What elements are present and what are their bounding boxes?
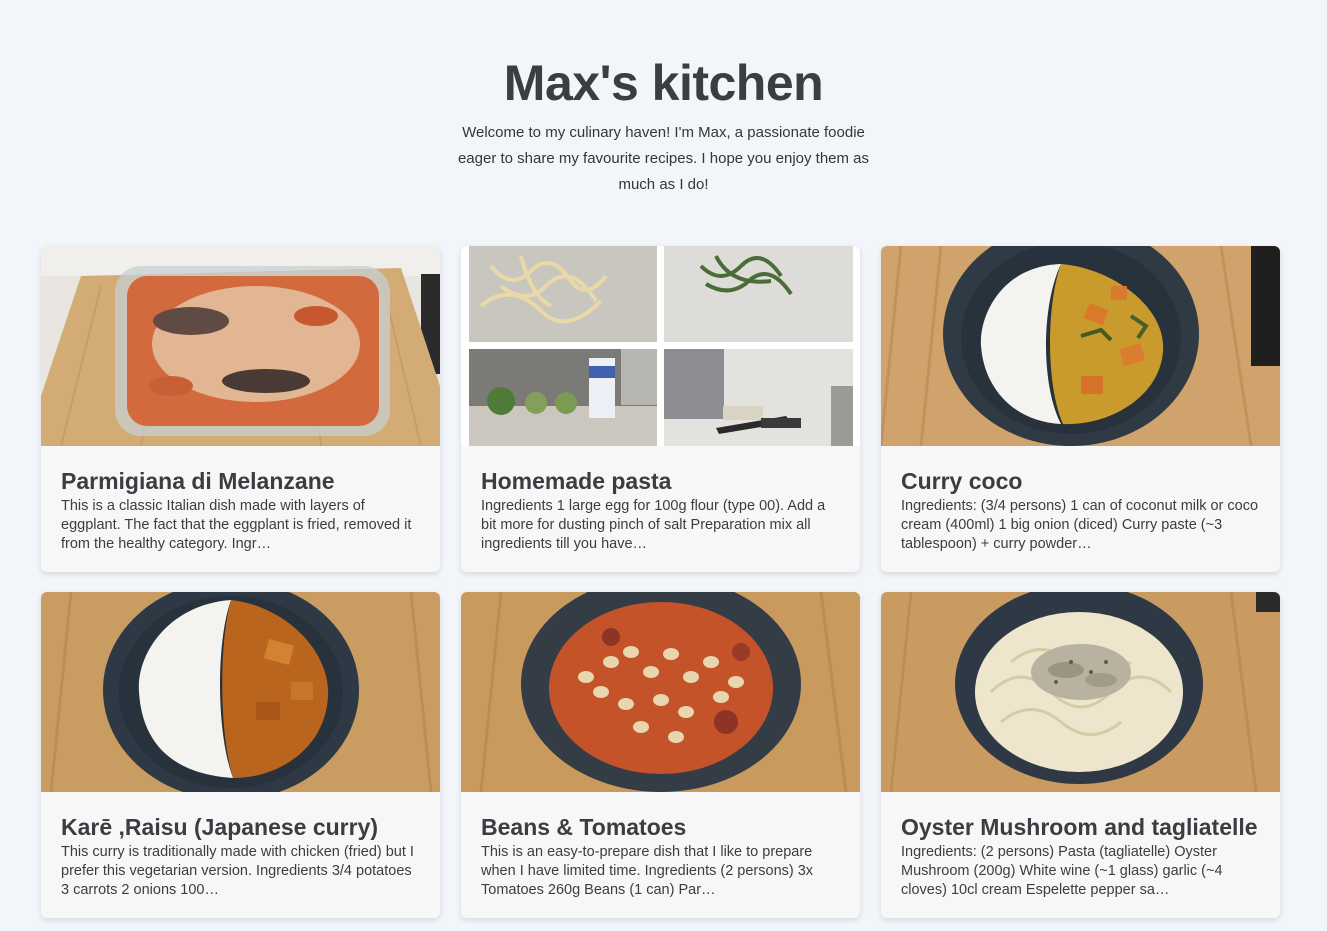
baking-dish-photo [41,246,440,446]
beans-bowl-photo [461,592,860,792]
card-body: Parmigiana di Melanzane This is a classi… [41,446,440,554]
card-body: Oyster Mushroom and tagliatelle Ingredie… [881,792,1280,900]
recipe-title[interactable]: Oyster Mushroom and tagliatelle [901,812,1260,842]
recipe-card-beans-tomatoes[interactable]: Beans & Tomatoes This is an easy-to-prep… [461,592,860,918]
card-body: Curry coco Ingredients: (3/4 persons) 1 … [881,446,1280,554]
hero: Max's kitchen Welcome to my culinary hav… [0,52,1327,198]
recipe-title[interactable]: Beans & Tomatoes [481,812,840,842]
recipe-description: Ingredients: (3/4 persons) 1 can of coco… [901,498,1259,552]
mushroom-pasta-photo [881,592,1280,792]
recipe-card-curry-coco[interactable]: Curry coco Ingredients: (3/4 persons) 1 … [881,246,1280,572]
recipe-card-homemade-pasta[interactable]: Homemade pasta Ingredients 1 large egg f… [461,246,860,572]
pasta-collage-photo [461,246,860,446]
recipe-grid: Parmigiana di Melanzane This is a classi… [41,246,1280,918]
recipe-description: This curry is traditionally made with ch… [61,844,414,898]
recipe-card-oyster-mushroom[interactable]: Oyster Mushroom and tagliatelle Ingredie… [881,592,1280,918]
intro-text: Welcome to my culinary haven! I'm Max, a… [457,124,870,193]
page-title: Max's kitchen [503,55,824,111]
recipe-description: This is an easy-to-prepare dish that I l… [481,844,814,898]
curry-bowl-photo [881,246,1280,446]
recipe-card-japanese-curry[interactable]: Karē ,Raisu (Japanese curry) This curry … [41,592,440,918]
page: Max's kitchen Welcome to my culinary hav… [0,0,1327,931]
card-body: Beans & Tomatoes This is an easy-to-prep… [461,792,860,900]
card-body: Karē ,Raisu (Japanese curry) This curry … [41,792,440,900]
recipe-description: Ingredients 1 large egg for 100g flour (… [481,498,826,552]
recipe-title[interactable]: Karē ,Raisu (Japanese curry) [61,812,420,842]
recipe-description: Ingredients: (2 persons) Pasta (tagliate… [901,844,1223,898]
recipe-card-parmigiana[interactable]: Parmigiana di Melanzane This is a classi… [41,246,440,572]
recipe-title[interactable]: Homemade pasta [481,466,840,496]
recipe-title[interactable]: Parmigiana di Melanzane [61,466,420,496]
recipe-description: This is a classic Italian dish made with… [61,498,412,552]
japanese-curry-photo [41,592,440,792]
card-body: Homemade pasta Ingredients 1 large egg f… [461,446,860,554]
recipe-title[interactable]: Curry coco [901,466,1260,496]
